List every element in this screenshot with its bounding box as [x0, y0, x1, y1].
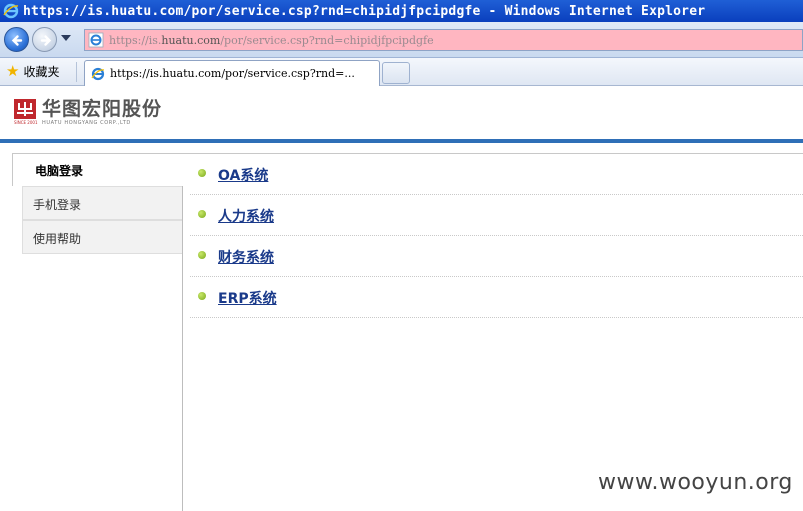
logo-emblem-icon: SINCE 2001 — [14, 99, 38, 127]
system-list: OA系统 人力系统 财务系统 ERP系统 — [190, 154, 803, 318]
address-bar[interactable]: https://is.huatu.com/por/service.csp?rnd… — [84, 29, 803, 51]
oa-system-link[interactable]: OA系统 — [218, 165, 268, 185]
logo-since: SINCE 2001 — [14, 120, 38, 125]
watermark: www.wooyun.org — [598, 470, 793, 495]
bullet-icon — [198, 251, 206, 259]
favorites-button[interactable]: ★ 收藏夹 — [6, 63, 59, 80]
url-prefix: https://is. — [109, 33, 162, 47]
list-item: 人力系统 — [190, 195, 803, 236]
address-url[interactable]: https://is.huatu.com/por/service.csp?rnd… — [109, 34, 434, 47]
hr-system-link[interactable]: 人力系统 — [218, 206, 274, 226]
bullet-icon — [198, 210, 206, 218]
erp-system-link[interactable]: ERP系统 — [218, 288, 277, 308]
sidebar-item-help[interactable]: 使用帮助 — [22, 220, 183, 254]
url-path: /por/service.csp?rnd=chipidjfpcipdgfe — [220, 33, 434, 47]
page-content: SINCE 2001 华图宏阳股份 HUATU HONGYANG CORP.,L… — [0, 87, 803, 511]
favorites-bar: ★ 收藏夹 https://is.huatu.com/por/service.c… — [0, 58, 803, 86]
list-item: 财务系统 — [190, 236, 803, 277]
favorites-label: 收藏夹 — [23, 65, 60, 79]
bullet-icon — [198, 169, 206, 177]
header-divider — [0, 139, 803, 143]
sidebar: 电脑登录 手机登录 使用帮助 — [12, 153, 184, 511]
recent-pages-dropdown-icon[interactable] — [61, 35, 71, 41]
list-item: OA系统 — [190, 154, 803, 195]
logo-tagline: HUATU HONGYANG CORP.,LTD — [42, 120, 131, 126]
tab-ie-icon — [91, 67, 105, 80]
browser-tab-active[interactable]: https://is.huatu.com/por/service.csp?rnd… — [84, 60, 380, 86]
back-button[interactable] — [4, 27, 29, 52]
logo-company-name: 华图宏阳股份 — [42, 98, 163, 120]
ie-logo-icon — [3, 3, 19, 19]
forward-button[interactable] — [32, 27, 57, 52]
company-logo: SINCE 2001 华图宏阳股份 HUATU HONGYANG CORP.,L… — [14, 99, 162, 127]
url-host: huatu.com — [161, 33, 221, 47]
tab-title: https://is.huatu.com/por/service.csp?rnd… — [110, 67, 355, 80]
forward-arrow-icon — [40, 35, 52, 46]
window-title-bar: https://is.huatu.com/por/service.csp?rnd… — [0, 0, 803, 22]
star-icon: ★ — [6, 62, 20, 80]
window-title: https://is.huatu.com/por/service.csp?rnd… — [23, 3, 706, 19]
sidebar-item-mobile-login[interactable]: 手机登录 — [22, 186, 183, 220]
bullet-icon — [198, 292, 206, 300]
back-arrow-icon — [11, 35, 23, 46]
list-item: ERP系统 — [190, 277, 803, 318]
toolbar-divider — [76, 62, 77, 82]
sidebar-divider — [182, 186, 183, 511]
new-tab-button[interactable] — [382, 62, 410, 84]
sidebar-item-pc-login[interactable]: 电脑登录 — [12, 153, 184, 186]
page-ie-icon — [88, 32, 104, 48]
finance-system-link[interactable]: 财务系统 — [218, 247, 274, 267]
navigation-bar: https://is.huatu.com/por/service.csp?rnd… — [0, 22, 803, 58]
